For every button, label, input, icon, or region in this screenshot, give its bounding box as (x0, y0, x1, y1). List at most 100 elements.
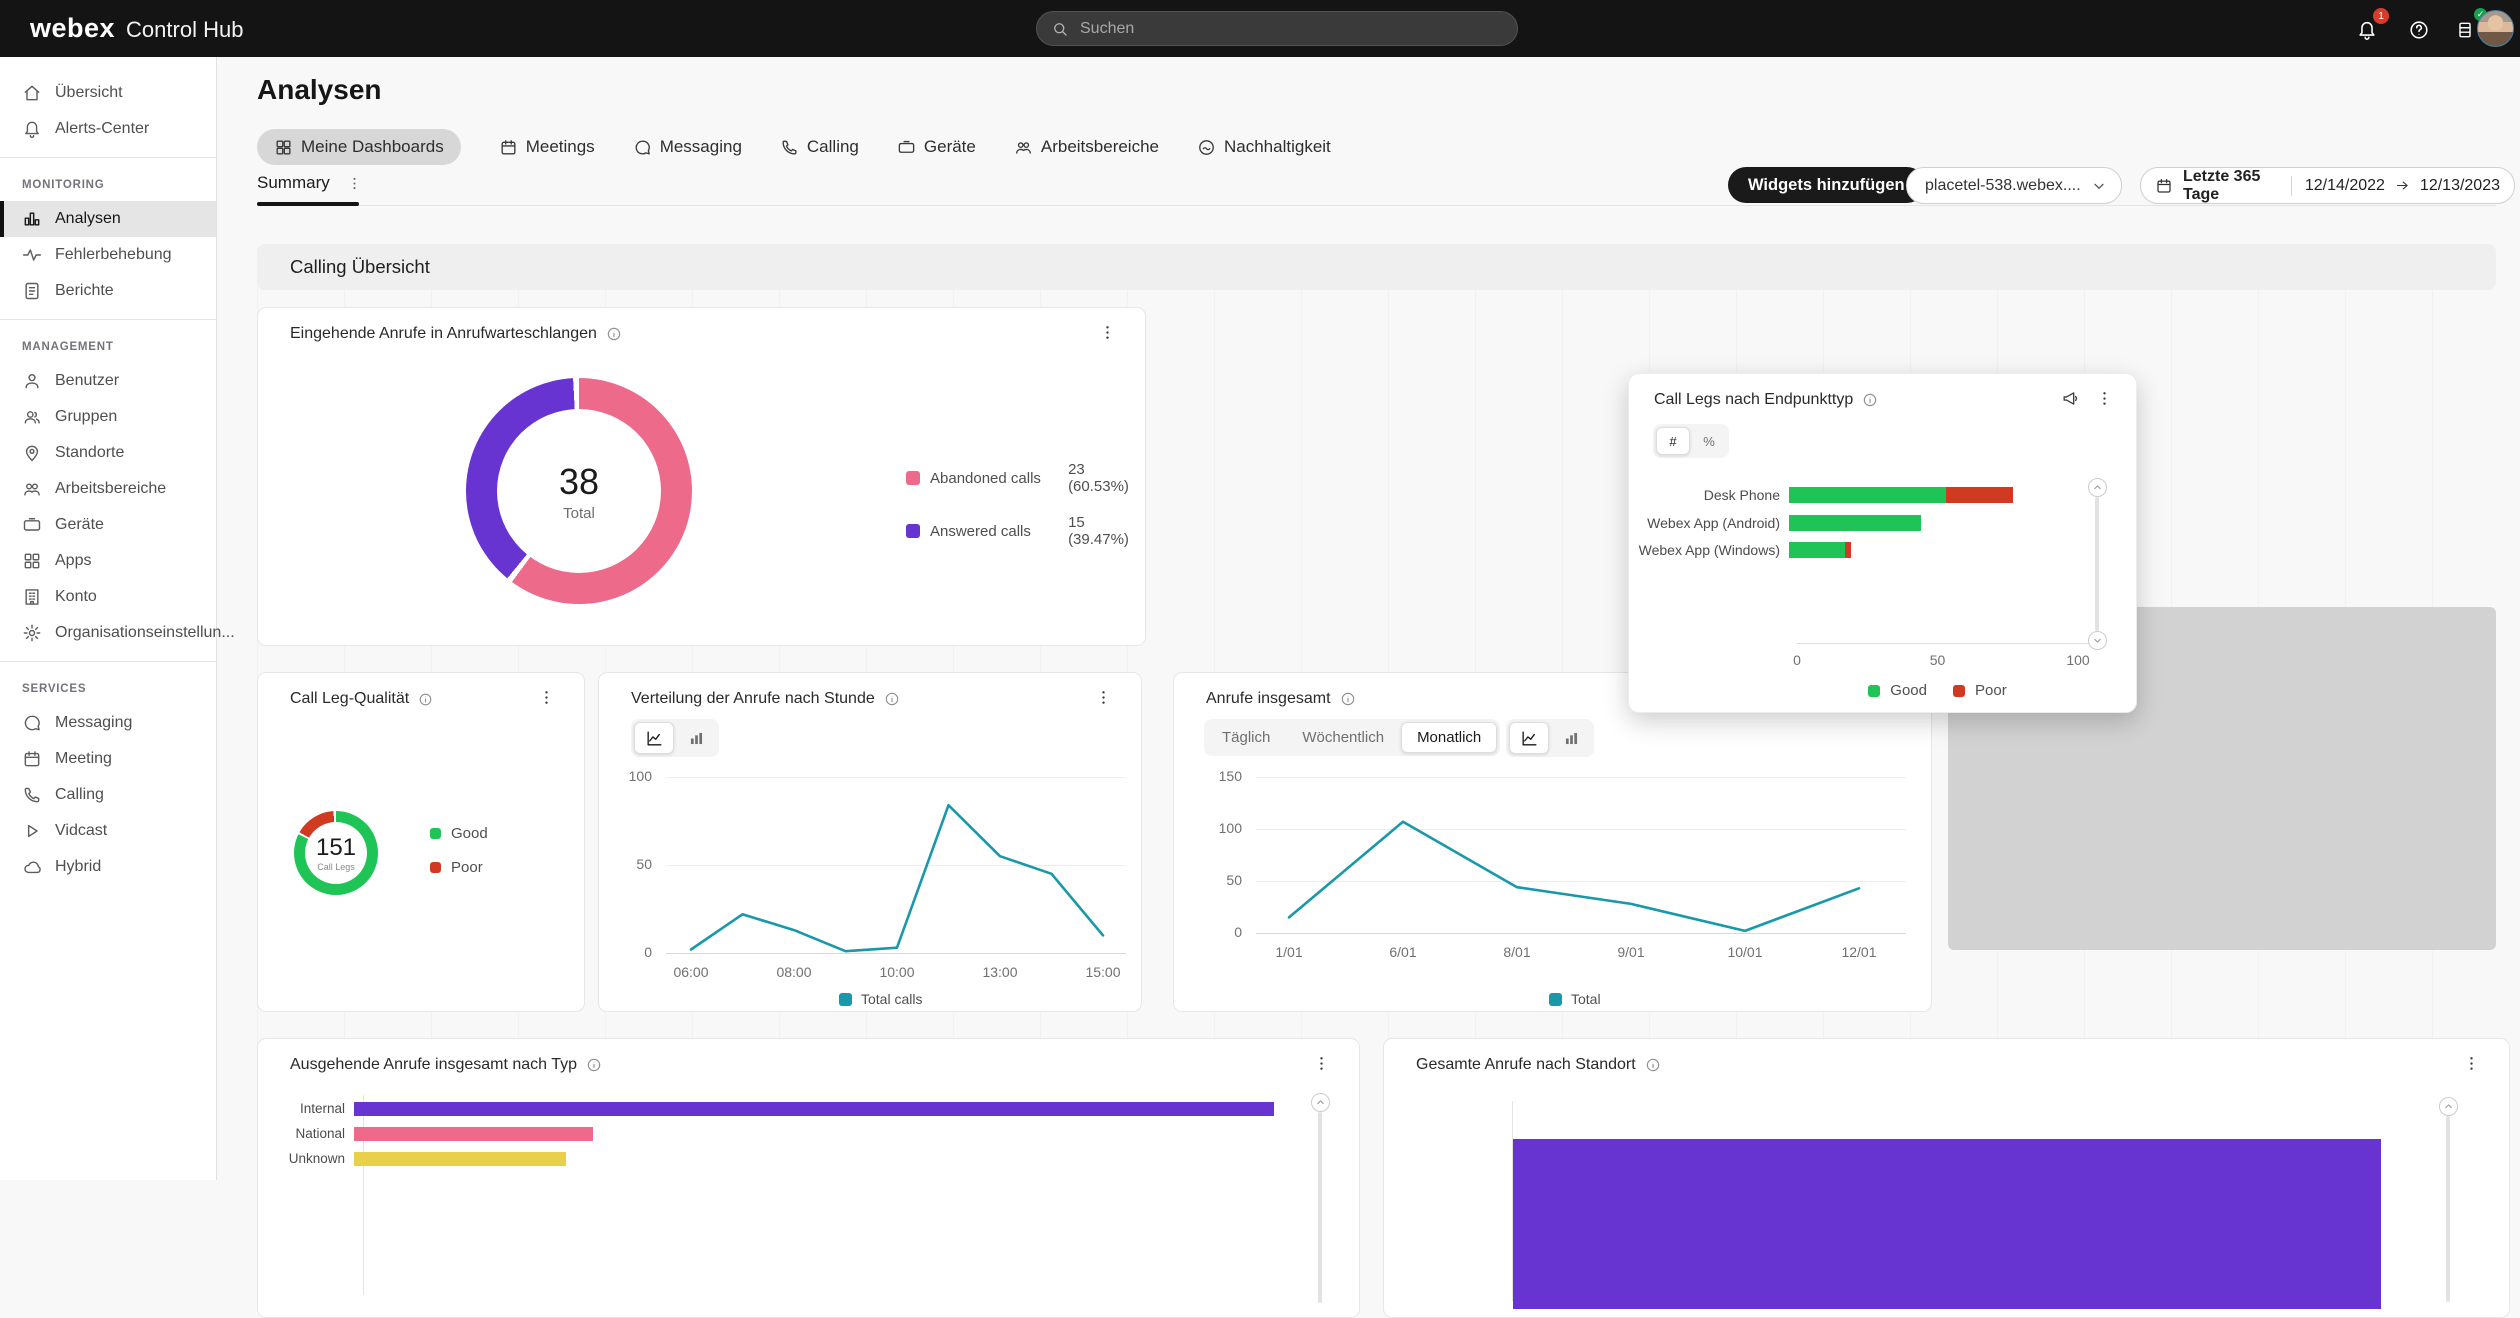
search-input[interactable] (1080, 20, 1503, 38)
x-tick-label: 8/01 (1472, 944, 1562, 960)
sidebar-item-alerts-center[interactable]: Alerts-Center (0, 111, 216, 147)
sidebar-item-label: Apps (55, 552, 91, 570)
sidebar-item-analysen[interactable]: Analysen (0, 201, 216, 237)
feedback-megaphone-button[interactable] (2061, 389, 2080, 408)
card-title: Call Legs nach Endpunkttyp (1654, 391, 1878, 409)
sidebar-item-label: Vidcast (55, 822, 107, 840)
tab-meetings[interactable]: Meetings (499, 137, 595, 157)
sidebar-item-benutzer[interactable]: Benutzer (0, 363, 216, 399)
notifications-button[interactable]: 1 (2352, 15, 2382, 45)
card-outgoing-calls-by-type: Ausgehende Anrufe insgesamt nach Typ Int… (257, 1038, 1360, 1318)
gridline (666, 953, 1126, 954)
kebab-menu[interactable] (1098, 323, 1117, 342)
info-icon (1862, 392, 1878, 408)
sidebar-nav: ÜbersichtAlerts-CenterMONITORINGAnalysen… (0, 57, 217, 1180)
sidebar-item-meeting[interactable]: Meeting (0, 741, 216, 777)
line-series (1256, 777, 1906, 933)
chart-type-toggle (631, 719, 719, 757)
tab-meine-dashboards[interactable]: Meine Dashboards (257, 129, 461, 165)
sidebar-item-organisationseinstellun[interactable]: Organisationseinstellun... (0, 615, 216, 651)
sidebar-item-ger-te[interactable]: Geräte (0, 507, 216, 543)
divider (2291, 176, 2292, 196)
x-tick-label: 12/01 (1814, 944, 1904, 960)
tab-ger-te[interactable]: Geräte (897, 137, 976, 157)
tab-messaging[interactable]: Messaging (633, 137, 742, 157)
sidebar-item-label: Hybrid (55, 858, 101, 876)
add-widgets-button[interactable]: Widgets hinzufügen (1728, 167, 1925, 203)
y-tick-label: 150 (1194, 768, 1242, 784)
sidebar-item-standorte[interactable]: Standorte (0, 435, 216, 471)
scrollbar[interactable] (1310, 1093, 1330, 1303)
scrollbar[interactable] (2438, 1097, 2458, 1302)
device-icon (897, 138, 916, 157)
sidebar-item-vidcast[interactable]: Vidcast (0, 813, 216, 849)
legend-item: Answered calls15 (39.47%) (906, 514, 1145, 548)
sidebar-item-hybrid[interactable]: Hybrid (0, 849, 216, 885)
sidebar-item-label: Organisationseinstellun... (55, 624, 235, 642)
avatar[interactable] (2477, 10, 2514, 47)
sidebar-item-arbeitsbereiche[interactable]: Arbeitsbereiche (0, 471, 216, 507)
date-end[interactable]: 12/13/2023 (2420, 177, 2500, 195)
period-w-chentlich[interactable]: Wöchentlich (1287, 722, 1399, 753)
person-icon (22, 371, 42, 391)
bar-chart-toggle[interactable] (676, 722, 716, 754)
scrollbar[interactable] (2087, 478, 2107, 650)
line-chart-toggle[interactable] (1509, 722, 1549, 754)
tab-label: Calling (807, 137, 859, 157)
endpoint-bar (1789, 487, 2013, 503)
kebab-menu[interactable] (2462, 1054, 2481, 1073)
brand-product: Control Hub (126, 17, 243, 43)
analytics-icon (22, 209, 42, 229)
sidebar-item-bersicht[interactable]: Übersicht (0, 75, 216, 111)
endpoint-row: Desk Phone (1629, 486, 2013, 503)
tab-nachhaltigkeit[interactable]: Nachhaltigkeit (1197, 137, 1331, 157)
kebab-menu[interactable] (1312, 1054, 1331, 1073)
system-status-button[interactable]: ✓ (2450, 15, 2480, 45)
legend-label: Abandoned calls (930, 470, 1058, 487)
play-icon (22, 821, 42, 841)
sidebar-item-fehlerbehebung[interactable]: Fehlerbehebung (0, 237, 216, 273)
summary-kebab-menu[interactable] (346, 175, 363, 192)
tab-summary[interactable]: Summary (257, 173, 363, 193)
bar-chart-toggle[interactable] (1551, 722, 1591, 754)
workspaces-icon (1014, 138, 1033, 157)
line-chart-toggle[interactable] (634, 722, 674, 754)
info-icon (1340, 691, 1356, 707)
kebab-menu[interactable] (2095, 389, 2114, 408)
card-call-legs-by-endpoint[interactable]: Call Legs nach Endpunkttyp #% Desk Phone… (1628, 373, 2137, 713)
server-icon (2455, 20, 2475, 40)
kebab-menu[interactable] (537, 688, 556, 707)
x-tick-label: 6/01 (1358, 944, 1448, 960)
card-title: Call Leg-Qualität (290, 690, 433, 708)
tabs-divider (257, 205, 2496, 206)
dashboard-select[interactable]: placetel-538.webex.... (1906, 167, 2122, 204)
help-button[interactable] (2404, 15, 2434, 45)
date-range-picker[interactable]: Letzte 365 Tage 12/14/2022 12/13/2023 (2140, 167, 2515, 204)
info-icon (884, 691, 900, 707)
line-chart-icon (645, 729, 664, 748)
unit-toggle-percent[interactable]: % (1692, 427, 1726, 455)
sidebar-item-calling[interactable]: Calling (0, 777, 216, 813)
legend-swatch (1868, 685, 1880, 697)
sidebar-section-title: SERVICES (0, 662, 216, 705)
outgoing-row-label: Internal (258, 1101, 354, 1116)
sidebar-item-gruppen[interactable]: Gruppen (0, 399, 216, 435)
analytics-tabs: Meine Dashboards Meetings Messaging Calling… (257, 127, 1331, 167)
sidebar-item-apps[interactable]: Apps (0, 543, 216, 579)
unit-toggle-count[interactable]: # (1656, 427, 1690, 455)
tab-calling[interactable]: Calling (780, 137, 859, 157)
date-start[interactable]: 12/14/2022 (2305, 177, 2385, 195)
y-tick-label: 100 (1194, 820, 1242, 836)
sidebar-item-berichte[interactable]: Berichte (0, 273, 216, 309)
sidebar-item-messaging[interactable]: Messaging (0, 705, 216, 741)
line-series (666, 777, 1126, 953)
quality-donut-chart: 151 Call Legs (294, 811, 378, 895)
kebab-menu[interactable] (1094, 688, 1113, 707)
info-icon (586, 1057, 602, 1073)
period-t-glich[interactable]: Täglich (1207, 722, 1285, 753)
legend-value: 15 (39.47%) (1068, 514, 1145, 548)
sidebar-item-konto[interactable]: Konto (0, 579, 216, 615)
global-search[interactable] (1036, 11, 1518, 46)
tab-arbeitsbereiche[interactable]: Arbeitsbereiche (1014, 137, 1159, 157)
period-monatlich[interactable]: Monatlich (1401, 722, 1497, 753)
